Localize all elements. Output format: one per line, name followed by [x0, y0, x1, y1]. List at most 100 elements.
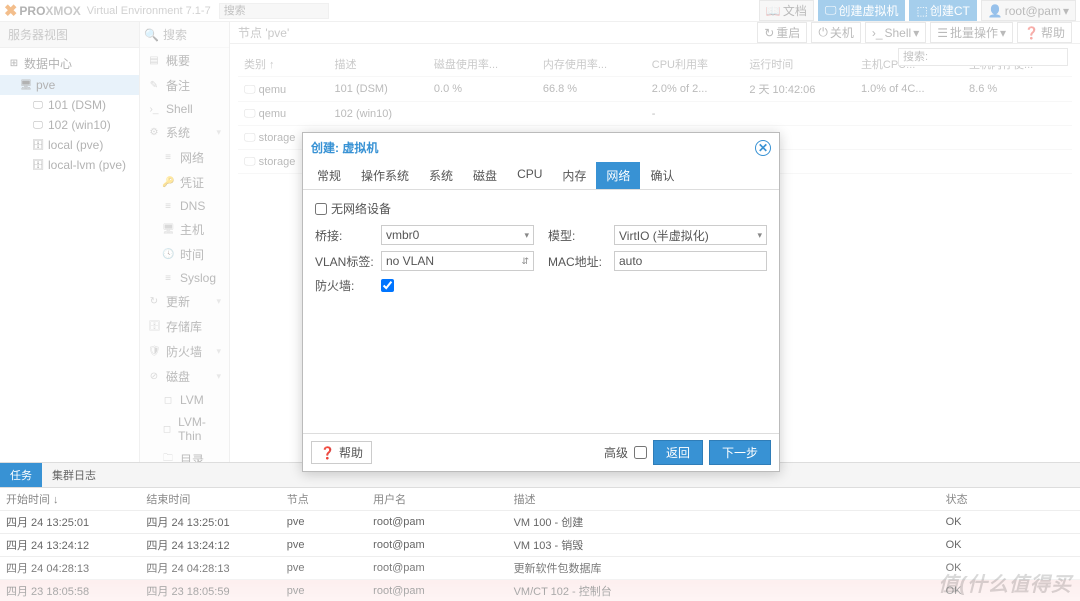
task-row[interactable]: 四月 24 13:24:12四月 24 13:24:12pveroot@pamV…: [0, 534, 1080, 557]
column-header[interactable]: 运行时间: [743, 52, 855, 77]
docs-button[interactable]: 📖文档: [759, 0, 814, 21]
column-header[interactable]: 磁盘使用率...: [428, 52, 537, 77]
no-network-checkbox[interactable]: 无网络设备: [315, 200, 767, 217]
side-menu-item[interactable]: ⚙系统▾: [140, 120, 229, 145]
menu-icon: ≡: [162, 152, 174, 163]
tree-item[interactable]: 🗄local-lvm (pve): [0, 155, 139, 175]
chevron-down-icon: ▾: [524, 230, 529, 241]
column-header[interactable]: 结束时间: [140, 488, 280, 511]
bridge-select[interactable]: vmbr0▾: [381, 225, 534, 245]
task-row[interactable]: 四月 24 04:28:13四月 24 04:28:13pveroot@pam更…: [0, 557, 1080, 580]
side-menu-item[interactable]: ≡Syslog: [140, 267, 229, 289]
chevron-down-icon: ▾: [216, 346, 221, 357]
user-menu-button[interactable]: 👤root@pam▾: [981, 0, 1076, 21]
wizard-tab[interactable]: CPU: [507, 162, 552, 189]
help-button[interactable]: ❓帮助: [1017, 22, 1072, 43]
global-search-input[interactable]: [219, 3, 329, 19]
table-row[interactable]: 🖵 qemu101 (DSM)0.0 %66.8 %2.0% of 2...2 …: [238, 77, 1072, 102]
tree-item[interactable]: ⊞数据中心: [0, 52, 139, 75]
back-button[interactable]: 返回: [653, 440, 703, 465]
search-icon: 🔍: [144, 28, 159, 42]
table-row[interactable]: 🖵 qemu102 (win10)-: [238, 102, 1072, 126]
side-menu-item[interactable]: ⊘磁盘▾: [140, 364, 229, 389]
advanced-checkbox[interactable]: [634, 446, 647, 459]
side-menu-item[interactable]: ↻更新▾: [140, 289, 229, 314]
help-icon: ❓: [320, 446, 335, 460]
monitor-icon: 🖵: [825, 3, 837, 18]
bulk-actions-button[interactable]: ☰批量操作▾: [930, 22, 1013, 43]
chevron-down-icon: ▾: [757, 230, 762, 241]
side-menu-item[interactable]: 🛡防火墙▾: [140, 339, 229, 364]
menu-icon: ⚙: [148, 127, 160, 138]
wizard-tab[interactable]: 网络: [596, 162, 640, 189]
column-header[interactable]: 内存使用率...: [537, 52, 646, 77]
side-menu-item[interactable]: ▤概要: [140, 48, 229, 73]
logo-text-1: PRO: [19, 4, 45, 18]
column-header[interactable]: CPU利用率: [646, 52, 744, 77]
menu-icon: ◻: [162, 395, 174, 406]
side-menu-item[interactable]: 🗄存储库: [140, 314, 229, 339]
task-row[interactable]: 四月 24 13:25:01四月 24 13:25:01pveroot@pamV…: [0, 511, 1080, 534]
restart-button[interactable]: ↻重启: [757, 22, 807, 43]
task-row[interactable]: 四月 23 18:05:58四月 23 18:05:59pveroot@pamV…: [0, 580, 1080, 601]
tree-item[interactable]: 🖵102 (win10): [0, 115, 139, 135]
shutdown-button[interactable]: ⏻关机: [811, 22, 861, 43]
side-menu-item[interactable]: 🖥主机: [140, 217, 229, 242]
side-menu-item[interactable]: ›_Shell: [140, 98, 229, 120]
watermark: 值(什么值得买: [938, 568, 1072, 597]
side-menu-item[interactable]: ◻LVM-Thin: [140, 411, 229, 447]
wizard-tab[interactable]: 磁盘: [463, 162, 507, 189]
dialog-help-button[interactable]: ❓帮助: [311, 441, 372, 464]
model-select[interactable]: VirtIO (半虚拟化)▾: [614, 225, 767, 245]
tree-item[interactable]: 🖵101 (DSM): [0, 95, 139, 115]
shell-button[interactable]: ›_Shell▾: [865, 22, 926, 43]
wizard-tab[interactable]: 内存: [552, 162, 596, 189]
vm-icon: 🖵: [244, 130, 256, 144]
side-menu-item[interactable]: ◻LVM: [140, 389, 229, 411]
wizard-tab[interactable]: 操作系统: [351, 162, 419, 189]
logo: ✖ PROXMOX Virtual Environment 7.1-7: [4, 1, 211, 21]
node-side-menu: 🔍搜索 ▤概要✎备注›_Shell⚙系统▾≡网络🔑凭证≡DNS🖥主机🕓时间≡Sy…: [140, 22, 230, 462]
task-panel: 任务 集群日志 开始时间 ↓结束时间节点用户名描述状态 四月 24 13:25:…: [0, 462, 1080, 601]
side-search[interactable]: 🔍搜索: [140, 22, 229, 48]
cluster-log-tab[interactable]: 集群日志: [42, 463, 106, 487]
power-icon: ⏻: [818, 25, 828, 40]
close-button[interactable]: ✕: [755, 140, 771, 156]
column-header[interactable]: 开始时间 ↓: [0, 488, 140, 511]
column-header[interactable]: 状态: [940, 488, 1080, 511]
side-menu-item[interactable]: ≡网络: [140, 145, 229, 170]
create-ct-button[interactable]: ⬚创建CT: [909, 0, 976, 21]
menu-icon: 🔑: [162, 177, 174, 188]
vlan-field[interactable]: no VLAN⇵: [381, 251, 534, 271]
chevron-down-icon: ▾: [1063, 4, 1069, 18]
column-header[interactable]: 描述: [329, 52, 428, 77]
wizard-tab[interactable]: 系统: [419, 162, 463, 189]
tree-item[interactable]: 🖥pve: [0, 75, 139, 95]
firewall-checkbox[interactable]: [381, 279, 394, 292]
wizard-tab[interactable]: 确认: [640, 162, 684, 189]
next-button[interactable]: 下一步: [709, 440, 771, 465]
side-menu-item[interactable]: ✎备注: [140, 73, 229, 98]
close-icon: ✕: [758, 141, 768, 155]
mac-field[interactable]: auto: [614, 251, 767, 271]
chevron-down-icon: ▾: [216, 127, 221, 138]
stepper-icon: ⇵: [521, 256, 529, 267]
column-header[interactable]: 用户名: [367, 488, 507, 511]
terminal-icon: ›_: [872, 26, 883, 40]
column-header[interactable]: 节点: [281, 488, 367, 511]
wizard-tab[interactable]: 常规: [307, 162, 351, 189]
tree-item[interactable]: 🗄local (pve): [0, 135, 139, 155]
menu-icon: ◻: [162, 424, 172, 435]
column-header[interactable]: 描述: [508, 488, 940, 511]
dialog-title: 创建: 虚拟机: [311, 139, 378, 156]
side-menu-item[interactable]: 🔑凭证: [140, 170, 229, 195]
side-menu-item[interactable]: 🕓时间: [140, 242, 229, 267]
create-vm-button[interactable]: 🖵创建虚拟机: [818, 0, 906, 21]
list-icon: ☰: [937, 26, 948, 40]
tasks-tab[interactable]: 任务: [0, 463, 42, 487]
server-view-title[interactable]: 服务器视图: [0, 22, 139, 48]
menu-icon: ↻: [148, 296, 160, 307]
side-menu-item[interactable]: ≡DNS: [140, 195, 229, 217]
column-header[interactable]: 类别 ↑: [238, 52, 329, 77]
filter-input[interactable]: [898, 48, 1068, 66]
